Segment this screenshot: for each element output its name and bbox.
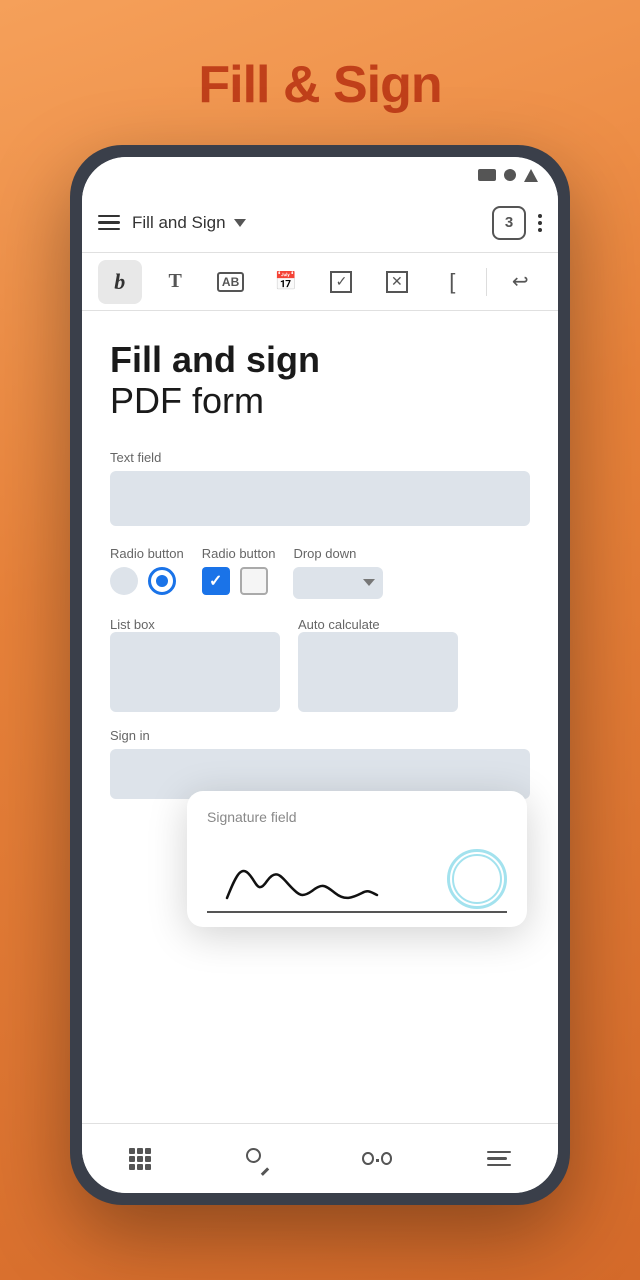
- radio1-label: Radio button: [110, 546, 184, 561]
- nav-read-button[interactable]: [362, 1152, 392, 1166]
- toolbar-divider: [486, 268, 487, 296]
- col-labels-row: List box Auto calculate: [110, 617, 530, 632]
- signature-image-area: [207, 833, 507, 913]
- check-box-icon: ✓: [330, 271, 352, 293]
- hamburger-menu-button[interactable]: [98, 215, 120, 231]
- xmark-tool-button[interactable]: ✕: [375, 260, 419, 304]
- badge-counter: 3: [492, 206, 526, 240]
- text-t-icon: T: [168, 270, 181, 293]
- status-triangle-icon: [524, 169, 538, 182]
- undo-icon: ↩: [512, 269, 529, 294]
- checkbox-unchecked[interactable]: [240, 567, 268, 595]
- checkmark-tool-button[interactable]: ✓: [319, 260, 363, 304]
- list-icon: [487, 1151, 511, 1167]
- x-box-icon: ✕: [386, 271, 408, 293]
- status-circle-icon: [504, 169, 516, 181]
- glasses-icon: [362, 1152, 392, 1166]
- nav-grid-button[interactable]: [129, 1148, 151, 1170]
- grid-icon: [129, 1148, 151, 1170]
- radio-group-2: Radio button ✓: [202, 546, 276, 595]
- signature-svg: [207, 843, 427, 913]
- text-tool-button[interactable]: T: [153, 260, 197, 304]
- ab-tool-button[interactable]: AB: [209, 260, 253, 304]
- signature-underline: [207, 911, 507, 913]
- auto-calc-label: Auto calculate: [298, 617, 380, 632]
- chevron-down-icon: [234, 219, 246, 227]
- dropdown-field[interactable]: [293, 567, 383, 599]
- undo-button[interactable]: ↩: [498, 260, 542, 304]
- hero-title: Fill & Sign: [198, 55, 441, 115]
- radio2-label: Radio button: [202, 546, 276, 561]
- date-tool-button[interactable]: 📅: [264, 260, 308, 304]
- pdf-title: Fill and sign PDF form: [110, 339, 530, 422]
- nav-search-button[interactable]: [246, 1148, 268, 1170]
- list-box-label: List box: [110, 617, 280, 632]
- checkbox-checked[interactable]: ✓: [202, 567, 230, 595]
- phone-frame: Fill and Sign 3 b T AB 📅 ✓: [70, 145, 570, 1205]
- pdf-subtitle: PDF form: [110, 380, 530, 421]
- dropdown-label: Drop down: [293, 546, 383, 561]
- signature-field-label: Signature field: [207, 809, 507, 825]
- list-auto-row: [110, 632, 530, 712]
- bracket-tool-button[interactable]: [: [430, 260, 474, 304]
- auto-calc-field[interactable]: [298, 632, 458, 712]
- bottom-nav: [82, 1123, 558, 1193]
- phone-screen: Fill and Sign 3 b T AB 📅 ✓: [82, 157, 558, 1193]
- app-bar: Fill and Sign 3: [82, 193, 558, 253]
- app-title-text: Fill and Sign: [132, 213, 226, 233]
- bracket-icon: [: [449, 269, 455, 295]
- more-options-button[interactable]: [538, 214, 542, 232]
- form-radio-row: Radio button Radio button ✓: [110, 546, 530, 599]
- dropdown-arrow-icon: [363, 579, 375, 586]
- status-bar: [82, 157, 558, 193]
- sign-icon: b: [114, 269, 125, 295]
- signature-stamp: [447, 849, 507, 909]
- radio-group-1: Radio button: [110, 546, 184, 595]
- dropdown-group: Drop down: [293, 546, 383, 599]
- text-field-label: Text field: [110, 450, 530, 465]
- radio1-options: [110, 567, 184, 595]
- pdf-content: Fill and sign PDF form Text field Radio …: [82, 311, 558, 1123]
- signature-tool-button[interactable]: b: [98, 260, 142, 304]
- text-input-field[interactable]: [110, 471, 530, 526]
- status-rectangle-icon: [478, 169, 496, 181]
- nav-list-button[interactable]: [487, 1151, 511, 1167]
- app-bar-title[interactable]: Fill and Sign: [132, 213, 480, 233]
- radio1-selected[interactable]: [148, 567, 176, 595]
- search-icon: [246, 1148, 268, 1170]
- ab-box-icon: AB: [217, 272, 244, 292]
- calendar-icon: 📅: [275, 271, 297, 292]
- list-box-field[interactable]: [110, 632, 280, 712]
- radio2-options: ✓: [202, 567, 276, 595]
- toolbar: b T AB 📅 ✓ ✕ [ ↩: [82, 253, 558, 311]
- signature-popup[interactable]: Signature field: [187, 791, 527, 927]
- sign-in-label: Sign in: [110, 728, 530, 743]
- radio1-unselected[interactable]: [110, 567, 138, 595]
